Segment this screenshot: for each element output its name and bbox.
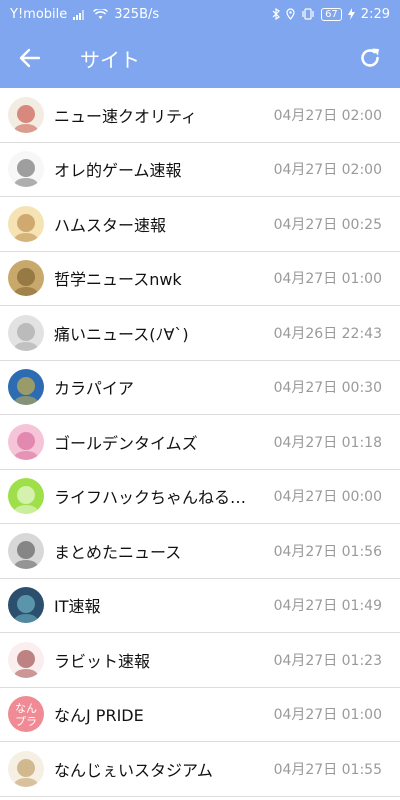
site-updated-time: 04月27日 00:30 — [273, 380, 382, 397]
arrow-left-icon — [19, 48, 41, 68]
site-row[interactable]: ニュー速クオリティ 04月27日 02:00 — [0, 88, 400, 143]
site-avatar — [8, 478, 44, 515]
site-row[interactable]: ゴールデンタイムズ 04月27日 01:18 — [0, 415, 400, 470]
site-updated-time: 04月27日 01:56 — [273, 543, 382, 560]
refresh-button[interactable] — [340, 28, 400, 88]
signal-icon — [73, 9, 87, 20]
site-updated-time: 04月27日 00:25 — [273, 216, 382, 233]
site-row[interactable]: なんじぇいスタジアム 04月27日 01:55 — [0, 742, 400, 797]
site-avatar — [8, 641, 44, 678]
site-name: オレ的ゲーム速報 — [54, 161, 182, 181]
carrier-label: Y!mobile — [10, 6, 68, 22]
site-avatar — [8, 587, 44, 624]
site-name: まとめたニュース — [54, 542, 182, 562]
site-avatar — [8, 260, 44, 297]
site-updated-time: 04月27日 01:00 — [273, 707, 382, 724]
site-updated-time: 04月26日 22:43 — [273, 325, 382, 342]
site-avatar — [8, 423, 44, 460]
site-row[interactable]: ライフハックちゃんねる弐式 04月27日 00:00 — [0, 470, 400, 524]
site-avatar: なん プラ — [8, 696, 44, 733]
vibrate-icon — [301, 8, 315, 20]
site-row[interactable]: オレ的ゲーム速報 04月27日 02:00 — [0, 143, 400, 197]
site-avatar — [8, 532, 44, 569]
site-row[interactable]: 哲学ニュースnwk 04月27日 01:00 — [0, 252, 400, 306]
clock: 2:29 — [360, 6, 390, 22]
site-row[interactable]: 痛いニュース(ﾉ∀`) 04月26日 22:43 — [0, 306, 400, 361]
site-name: ニュー速クオリティ — [54, 106, 198, 126]
battery-indicator: 67 — [321, 7, 342, 21]
site-name: IT速報 — [54, 597, 101, 617]
location-icon — [286, 8, 295, 20]
status-right: 67 2:29 — [272, 7, 390, 22]
bluetooth-icon — [272, 8, 281, 20]
site-name: なんJ PRIDE — [54, 706, 144, 726]
site-name: ハムスター速報 — [54, 215, 167, 235]
site-name: 痛いニュース(ﾉ∀`) — [54, 324, 189, 344]
site-name: カラパイア — [54, 379, 134, 399]
site-avatar — [8, 96, 44, 133]
site-avatar — [8, 205, 44, 242]
site-row[interactable]: なん プラ なんJ PRIDE 04月27日 01:00 — [0, 688, 400, 742]
back-button[interactable] — [0, 28, 60, 88]
network-speed: 325B/s — [114, 6, 160, 22]
site-name: ライフハックちゃんねる弐式 — [54, 488, 259, 508]
site-name: なんじぇいスタジアム — [54, 760, 213, 780]
site-updated-time: 04月27日 02:00 — [273, 107, 382, 124]
status-left: Y!mobile 325B/s — [10, 7, 159, 22]
site-avatar — [8, 314, 44, 351]
site-updated-time: 04月27日 02:00 — [273, 162, 382, 179]
refresh-icon — [361, 48, 379, 67]
site-updated-time: 04月27日 01:18 — [273, 434, 382, 451]
app-bar: サイト — [0, 28, 400, 88]
status-bar: Y!mobile 325B/s 67 2:29 — [0, 0, 400, 28]
site-row[interactable]: まとめたニュース 04月27日 01:56 — [0, 524, 400, 579]
site-updated-time: 04月27日 01:55 — [273, 761, 382, 778]
site-updated-time: 04月27日 00:00 — [273, 489, 382, 506]
site-name: ラビット速報 — [54, 651, 151, 671]
charging-icon — [347, 8, 355, 20]
page-title: サイト — [80, 47, 140, 72]
site-list: ニュー速クオリティ 04月27日 02:00 オレ的ゲーム速報 04月27日 02:0… — [0, 88, 400, 797]
site-row[interactable]: IT速報 04月27日 01:49 — [0, 579, 400, 633]
svg-text:なん: なん — [15, 702, 37, 715]
site-avatar — [8, 151, 44, 188]
site-row[interactable]: カラパイア 04月27日 00:30 — [0, 361, 400, 415]
site-name: ゴールデンタイムズ — [54, 433, 198, 453]
wifi-icon — [93, 8, 109, 20]
site-updated-time: 04月27日 01:49 — [273, 598, 382, 615]
site-name: 哲学ニュースnwk — [54, 270, 182, 290]
site-row[interactable]: ハムスター速報 04月27日 00:25 — [0, 197, 400, 252]
svg-text:プラ: プラ — [15, 715, 37, 728]
site-updated-time: 04月27日 01:00 — [273, 271, 382, 288]
site-avatar — [8, 369, 44, 406]
site-row[interactable]: ラビット速報 04月27日 01:23 — [0, 633, 400, 688]
site-updated-time: 04月27日 01:23 — [273, 652, 382, 669]
site-avatar — [8, 750, 44, 787]
